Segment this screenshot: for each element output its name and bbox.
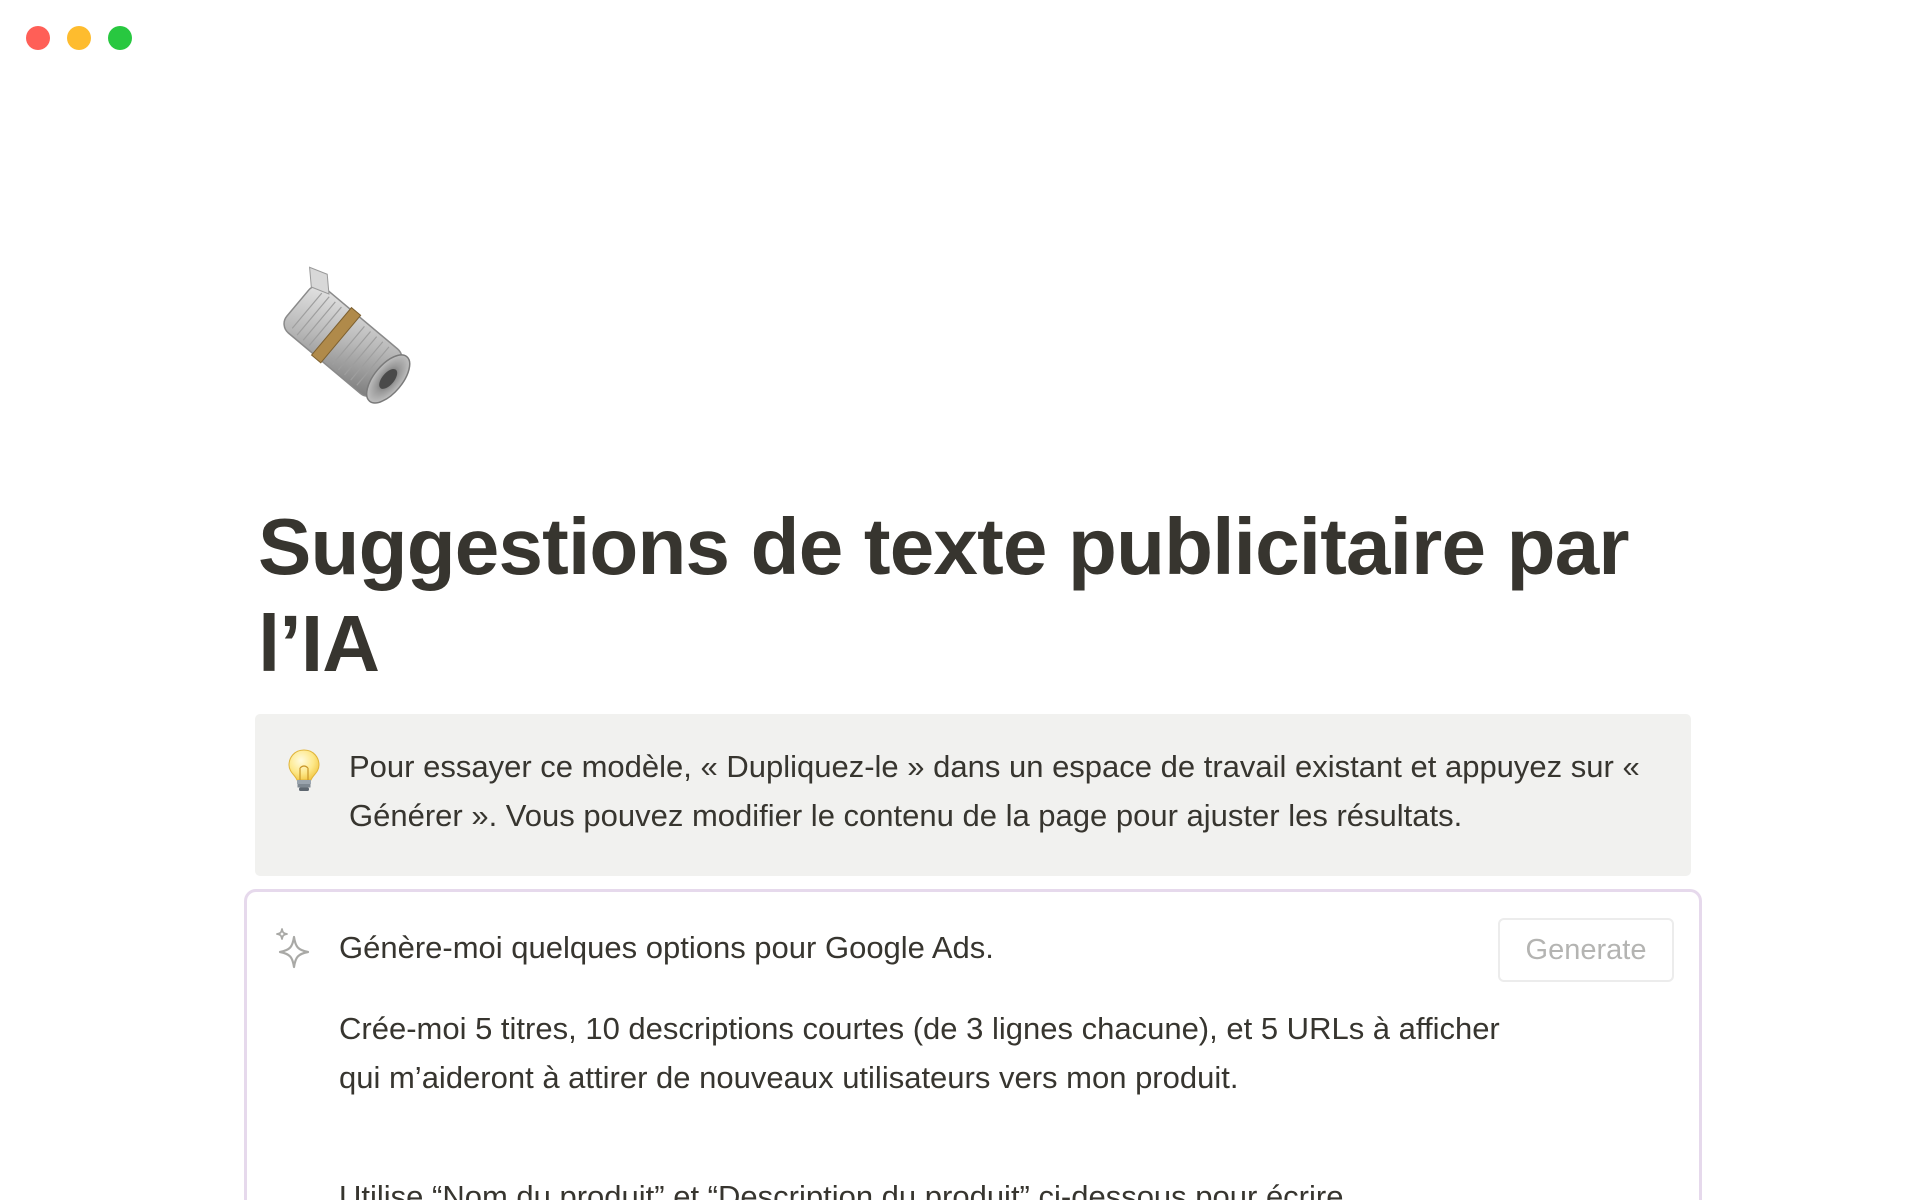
lightbulb-icon bbox=[286, 748, 322, 794]
minimize-window-button[interactable] bbox=[67, 26, 91, 50]
ai-prompt-paragraph[interactable]: Crée-moi 5 titres, 10 descriptions court… bbox=[339, 1004, 1539, 1102]
rolled-newspaper-icon[interactable] bbox=[262, 260, 424, 422]
zoom-window-button[interactable] bbox=[108, 26, 132, 50]
callout-text[interactable]: Pour essayer ce modèle, « Dupliquez-le »… bbox=[349, 742, 1669, 840]
ai-prompt-paragraph[interactable]: Utilise “Nom du produit” et “Description… bbox=[339, 1172, 1539, 1200]
page-title[interactable]: Suggestions de texte publicitaire par l’… bbox=[258, 498, 1688, 692]
ai-prompt-heading[interactable]: Génère-moi quelques options pour Google … bbox=[339, 926, 994, 970]
window-controls bbox=[26, 26, 132, 50]
ai-prompt-block: Génère-moi quelques options pour Google … bbox=[244, 889, 1702, 1200]
callout-block: Pour essayer ce modèle, « Dupliquez-le »… bbox=[255, 714, 1691, 876]
generate-button[interactable]: Generate bbox=[1498, 918, 1674, 982]
app-window: Suggestions de texte publicitaire par l’… bbox=[0, 0, 1920, 1200]
sparkle-icon bbox=[274, 927, 314, 971]
close-window-button[interactable] bbox=[26, 26, 50, 50]
